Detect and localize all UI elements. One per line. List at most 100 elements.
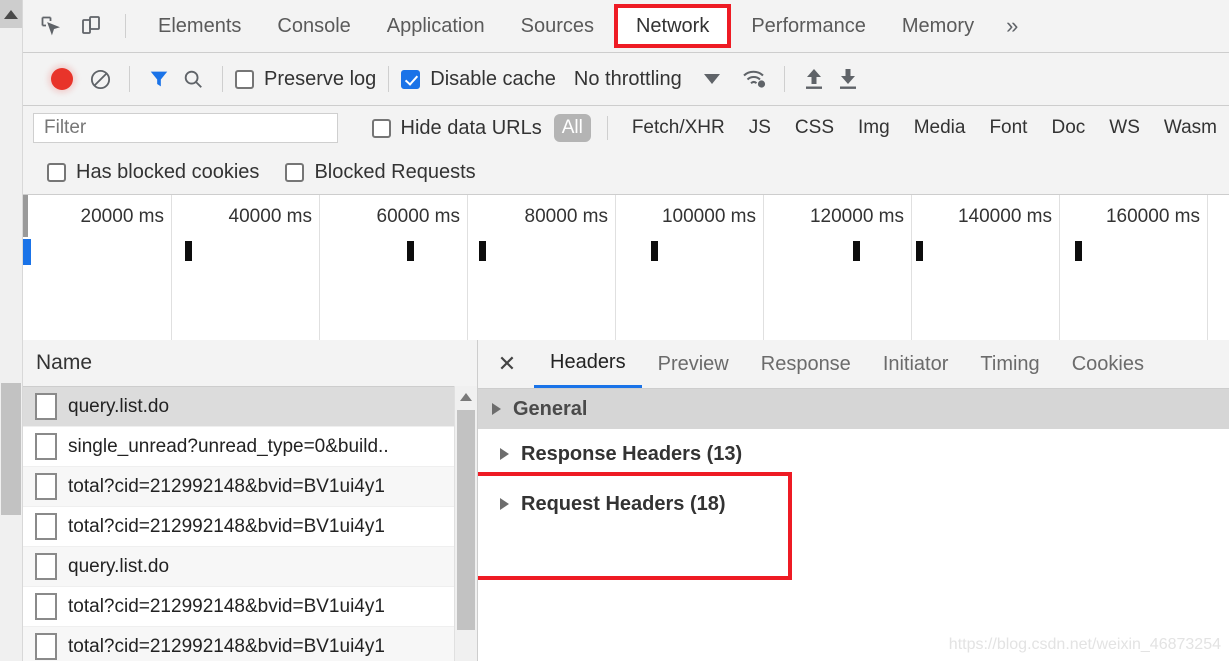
overview-tick-label: 20000 ms <box>80 206 164 227</box>
disable-cache-box-icon[interactable] <box>401 69 421 89</box>
list-scroll-up-arrow-icon[interactable] <box>455 386 477 408</box>
request-name: total?cid=212992148&bvid=BV1ui4y1 <box>68 515 385 537</box>
document-icon <box>35 593 57 620</box>
upload-har-icon[interactable] <box>797 62 831 96</box>
filter-type-img[interactable]: Img <box>850 114 898 142</box>
tab-sources[interactable]: Sources <box>503 0 612 52</box>
tab-timing[interactable]: Timing <box>964 340 1055 388</box>
filter-bar: Filter Hide data URLs All Fetch/XHR JS C… <box>23 106 1229 150</box>
request-rows: query.list.do single_unread?unread_type=0… <box>23 387 477 661</box>
clear-icon[interactable] <box>83 62 117 96</box>
document-icon <box>35 393 57 420</box>
document-icon <box>35 473 57 500</box>
request-list-scrollbar[interactable] <box>454 386 477 661</box>
scroll-up-arrow-icon[interactable] <box>0 0 22 28</box>
tab-initiator[interactable]: Initiator <box>867 340 965 388</box>
disable-cache-checkbox[interactable]: Disable cache <box>401 68 556 91</box>
overview-tick-label: 80000 ms <box>524 206 608 227</box>
preserve-log-box-icon[interactable] <box>235 69 254 89</box>
table-row[interactable]: total?cid=212992148&bvid=BV1ui4y1 <box>23 627 477 661</box>
overview-gridline <box>171 195 172 341</box>
overview-gridline <box>319 195 320 341</box>
overview-gridline <box>467 195 468 341</box>
request-name: query.list.do <box>68 395 170 417</box>
section-general[interactable]: General <box>478 389 1229 429</box>
overview-tick-label: 140000 ms <box>957 206 1052 227</box>
filter-type-css[interactable]: CSS <box>787 114 842 142</box>
tab-cookies[interactable]: Cookies <box>1056 340 1160 388</box>
filter-input[interactable]: Filter <box>33 113 338 143</box>
table-row[interactable]: total?cid=212992148&bvid=BV1ui4y1 <box>23 507 477 547</box>
filter-type-fetch-xhr[interactable]: Fetch/XHR <box>624 114 733 142</box>
tab-preview[interactable]: Preview <box>642 340 745 388</box>
table-row[interactable]: query.list.do <box>23 387 477 427</box>
search-icon[interactable] <box>176 62 210 96</box>
list-scrollbar-thumb[interactable] <box>457 410 475 630</box>
overview-gridline <box>1207 195 1208 341</box>
toolbar-divider-1 <box>129 66 130 92</box>
document-icon <box>35 513 57 540</box>
has-blocked-cookies-label: Has blocked cookies <box>76 160 260 183</box>
section-request-headers[interactable]: Request Headers (18) <box>478 479 1229 529</box>
request-name: total?cid=212992148&bvid=BV1ui4y1 <box>68 595 385 617</box>
filter-type-wasm[interactable]: Wasm <box>1156 114 1225 142</box>
table-row[interactable]: query.list.do <box>23 547 477 587</box>
filter-type-all[interactable]: All <box>553 114 591 142</box>
table-row[interactable]: total?cid=212992148&bvid=BV1ui4y1 <box>23 587 477 627</box>
more-tabs-icon[interactable]: » <box>992 0 1032 52</box>
devtools-screenshot: Elements Console Application Sources Net… <box>0 0 1229 661</box>
overview-request-marker <box>1075 241 1082 261</box>
filter-type-media[interactable]: Media <box>906 114 974 142</box>
section-response-headers[interactable]: Response Headers (13) <box>478 429 1229 479</box>
tab-response[interactable]: Response <box>745 340 867 388</box>
record-button[interactable] <box>51 68 73 90</box>
blocked-requests-label: Blocked Requests <box>314 160 476 183</box>
close-icon[interactable]: ✕ <box>492 349 522 379</box>
request-detail-panel: ✕ Headers Preview Response Initiator Tim… <box>478 340 1229 661</box>
page-scrollbar[interactable] <box>0 0 23 661</box>
request-list-header[interactable]: Name <box>23 340 477 387</box>
has-blocked-cookies-box-icon[interactable] <box>47 162 66 182</box>
has-blocked-cookies-checkbox[interactable]: Has blocked cookies <box>47 161 259 184</box>
toolbar-divider-2 <box>222 66 223 92</box>
preserve-log-checkbox[interactable]: Preserve log <box>235 68 376 91</box>
download-har-icon[interactable] <box>831 62 865 96</box>
hide-data-urls-box-icon[interactable] <box>371 118 391 138</box>
tab-elements[interactable]: Elements <box>140 0 259 52</box>
tab-application[interactable]: Application <box>369 0 503 52</box>
blocked-requests-checkbox[interactable]: Blocked Requests <box>285 160 476 184</box>
overview-selection-marker[interactable] <box>23 239 31 265</box>
wifi-settings-icon[interactable] <box>738 62 772 96</box>
chevron-down-icon[interactable] <box>703 72 720 87</box>
table-row[interactable]: single_unread?unread_type=0&build.. <box>23 427 477 467</box>
tab-performance[interactable]: Performance <box>733 0 884 52</box>
network-split-area: Name query.list.do single_unread?unread_t… <box>23 340 1229 661</box>
toolbar-divider-4 <box>783 66 785 92</box>
device-toolbar-icon[interactable] <box>71 6 111 46</box>
headers-body: General Response Headers (13) Request He… <box>478 389 1229 580</box>
chevron-right-icon <box>500 448 509 460</box>
tabbar-divider <box>125 14 126 38</box>
table-row[interactable]: total?cid=212992148&bvid=BV1ui4y1 <box>23 467 477 507</box>
overview-left-edge <box>23 195 28 237</box>
scrollbar-thumb[interactable] <box>1 383 21 515</box>
devtools-panel: Elements Console Application Sources Net… <box>23 0 1229 661</box>
throttling-select[interactable]: No throttling <box>574 68 682 91</box>
devtools-tabbar: Elements Console Application Sources Net… <box>23 0 1229 53</box>
network-overview-timeline[interactable]: 20000 ms 40000 ms 60000 ms 80000 ms 100000 m… <box>23 195 1229 342</box>
tab-memory[interactable]: Memory <box>884 0 992 52</box>
filter-type-ws[interactable]: WS <box>1101 114 1148 142</box>
filter-funnel-icon[interactable] <box>142 62 176 96</box>
overview-request-marker <box>853 241 860 261</box>
overview-gridline <box>763 195 764 341</box>
tab-headers[interactable]: Headers <box>534 340 642 388</box>
inspect-element-icon[interactable] <box>31 6 71 46</box>
filter-type-doc[interactable]: Doc <box>1043 114 1093 142</box>
blocked-requests-box-icon[interactable] <box>285 162 305 182</box>
tab-console[interactable]: Console <box>259 0 368 52</box>
overview-request-marker <box>185 241 192 261</box>
hide-data-urls-checkbox[interactable]: Hide data URLs <box>371 117 542 140</box>
filter-type-js[interactable]: JS <box>741 114 779 142</box>
filter-type-font[interactable]: Font <box>981 114 1035 142</box>
tab-network[interactable]: Network <box>613 4 732 48</box>
